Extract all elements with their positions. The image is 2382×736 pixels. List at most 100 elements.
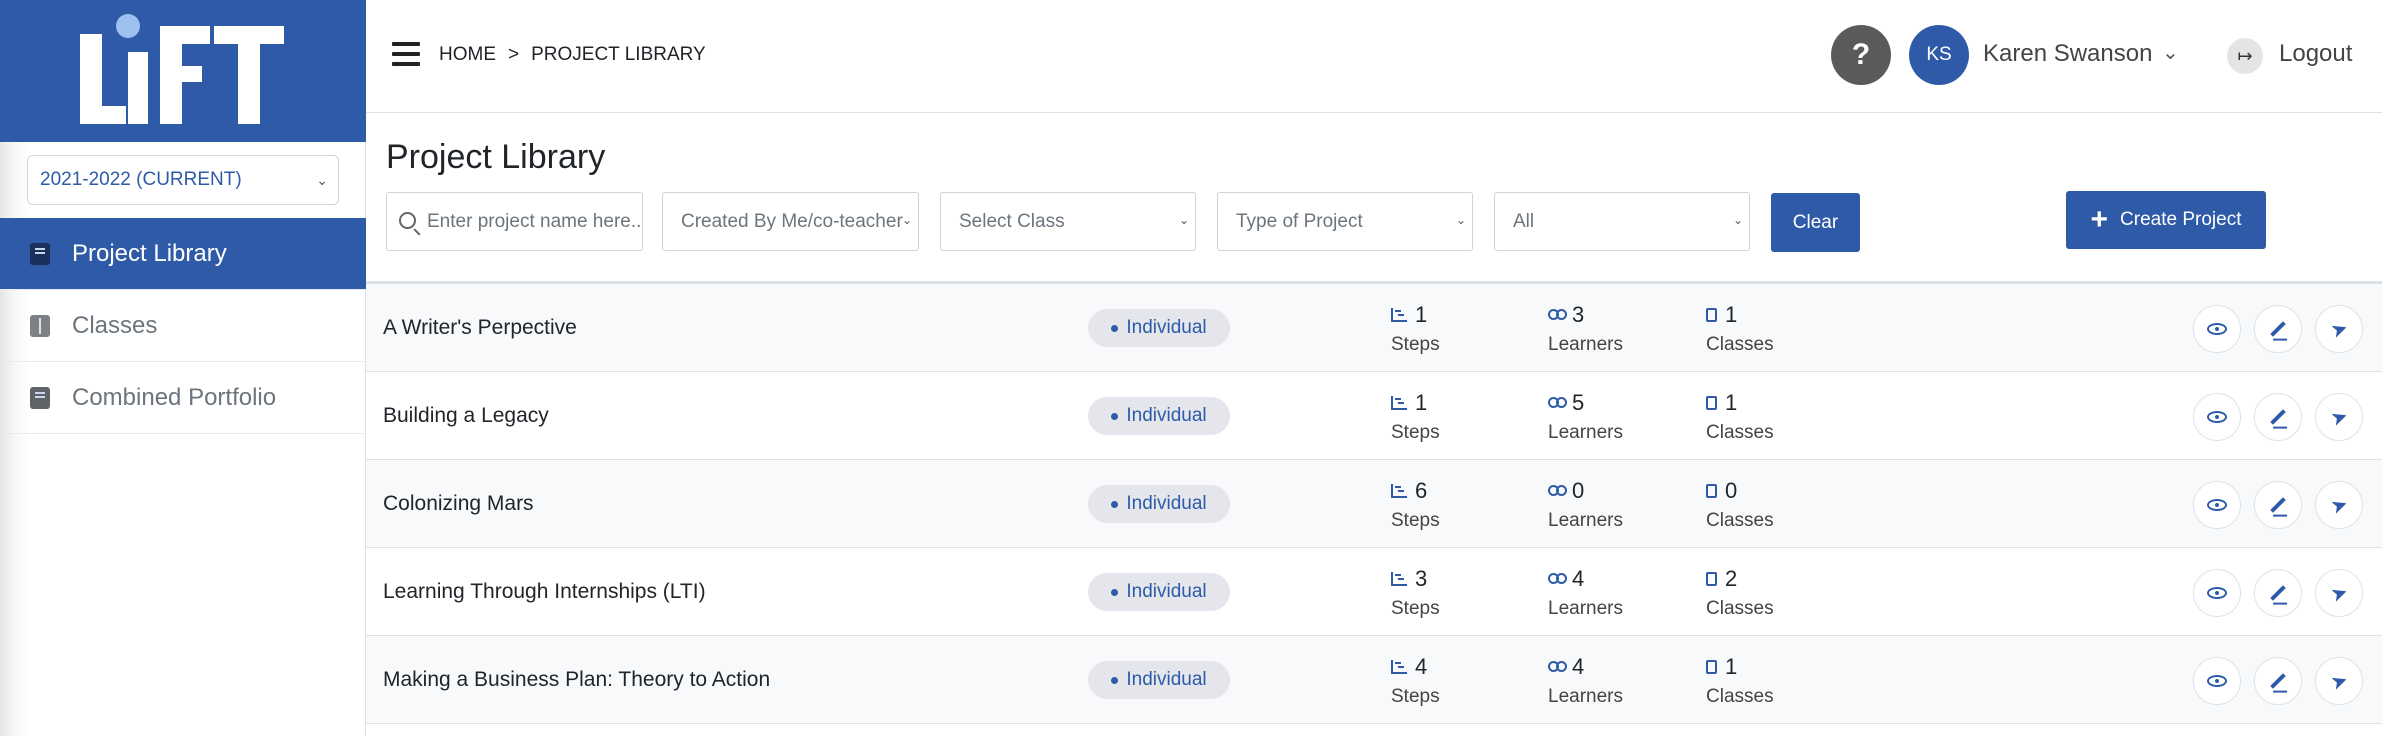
project-type-badge: Individual: [1088, 397, 1230, 435]
chevron-down-icon: ⌄: [901, 213, 912, 227]
view-button[interactable]: [2193, 481, 2241, 529]
chevron-down-icon: ⌄: [1178, 213, 1189, 227]
edit-button[interactable]: [2254, 657, 2302, 705]
edit-button[interactable]: [2254, 305, 2302, 353]
sidebar-item-project-library[interactable]: Project Library: [0, 218, 366, 290]
steps-icon: [1391, 308, 1407, 322]
dot-icon: [1111, 500, 1119, 508]
learners-stat: 5 Learners: [1548, 390, 1623, 444]
breadcrumb-current: PROJECT LIBRARY: [531, 44, 706, 65]
sidebar-item-combined-portfolio[interactable]: Combined Portfolio: [0, 362, 366, 434]
status-value: All: [1513, 210, 1535, 232]
logout-button[interactable]: Logout: [2279, 40, 2352, 68]
classes-label: Classes: [1706, 510, 1774, 531]
learners-stat: 0 Learners: [1548, 478, 1623, 532]
eye-icon: [2207, 675, 2227, 687]
edit-button[interactable]: [2254, 393, 2302, 441]
classes-count: 2: [1725, 566, 1738, 591]
chevron-down-icon[interactable]: ⌄: [2162, 40, 2179, 65]
search-placeholder: Enter project name here...: [427, 210, 643, 232]
send-button[interactable]: ➤: [2315, 393, 2363, 441]
learners-icon: [1548, 660, 1567, 674]
project-name[interactable]: Colonizing Mars: [383, 492, 534, 516]
edit-button[interactable]: [2254, 481, 2302, 529]
chevron-down-icon: ⌄: [1455, 213, 1466, 227]
classes-count: 0: [1725, 478, 1738, 503]
table-row: Colonizing Mars Individual 6 Steps 0 Learn…: [366, 460, 2382, 548]
view-button[interactable]: [2193, 569, 2241, 617]
search-input[interactable]: Enter project name here...: [386, 192, 643, 251]
steps-count: 1: [1415, 302, 1428, 327]
send-icon: ➤: [2327, 668, 2351, 695]
classes-count: 1: [1725, 654, 1738, 679]
steps-icon: [1391, 572, 1407, 586]
create-project-button[interactable]: + Create Project: [2066, 191, 2266, 249]
menu-icon[interactable]: [392, 42, 420, 66]
project-name[interactable]: Learning Through Internships (LTI): [383, 580, 706, 604]
learners-label: Learners: [1548, 686, 1623, 707]
steps-label: Steps: [1391, 422, 1440, 443]
learners-icon: [1548, 308, 1567, 322]
learners-count: 4: [1572, 654, 1585, 679]
project-type-badge: Individual: [1088, 661, 1230, 699]
help-button[interactable]: ?: [1831, 25, 1891, 85]
project-type-badge: Individual: [1088, 309, 1230, 347]
project-type-value: Type of Project: [1236, 210, 1363, 232]
project-name[interactable]: A Writer's Perpective: [383, 316, 577, 340]
pencil-icon: [2270, 673, 2286, 689]
project-name[interactable]: Building a Legacy: [383, 404, 549, 428]
class-select[interactable]: Select Class ⌄: [940, 192, 1196, 251]
steps-stat: 6 Steps: [1391, 478, 1440, 532]
avatar[interactable]: KS: [1909, 25, 1969, 85]
view-button[interactable]: [2193, 305, 2241, 353]
status-select[interactable]: All ⌄: [1494, 192, 1750, 251]
steps-stat: 3 Steps: [1391, 566, 1440, 620]
create-project-label: Create Project: [2120, 209, 2242, 230]
send-button[interactable]: ➤: [2315, 569, 2363, 617]
school-year-select[interactable]: 2021-2022 (CURRENT) ⌄: [27, 155, 339, 205]
steps-count: 4: [1415, 654, 1428, 679]
table-row: Building a Legacy Individual 1 Steps 5 Lea…: [366, 372, 2382, 460]
clear-button[interactable]: Clear: [1771, 193, 1860, 252]
send-button[interactable]: ➤: [2315, 657, 2363, 705]
created-by-select[interactable]: Created By Me/co-teacher ⌄: [662, 192, 919, 251]
logout-icon[interactable]: ↦: [2227, 38, 2263, 74]
breadcrumb-home[interactable]: HOME: [439, 44, 496, 66]
classes-label: Classes: [1706, 598, 1774, 619]
learners-stat: 3 Learners: [1548, 302, 1623, 356]
book-icon: [30, 314, 50, 337]
dot-icon: [1111, 676, 1119, 684]
steps-stat: 4 Steps: [1391, 654, 1440, 708]
send-button[interactable]: ➤: [2315, 481, 2363, 529]
steps-label: Steps: [1391, 334, 1440, 355]
view-button[interactable]: [2193, 393, 2241, 441]
school-year-value: 2021-2022 (CURRENT): [40, 169, 242, 190]
pencil-icon: [2270, 585, 2286, 601]
pencil-icon: [2270, 497, 2286, 513]
steps-stat: 1 Steps: [1391, 390, 1440, 444]
view-button[interactable]: [2193, 657, 2241, 705]
project-name[interactable]: Making a Business Plan: Theory to Action: [383, 668, 770, 692]
chevron-down-icon: ⌄: [1732, 213, 1743, 227]
table-row: Making a Business Plan: Theory to Action…: [366, 636, 2382, 724]
classes-icon: [1706, 396, 1717, 410]
pencil-icon: [2270, 321, 2286, 337]
project-type-label: Individual: [1126, 493, 1207, 514]
sidebar-item-label: Project Library: [72, 239, 227, 267]
learners-label: Learners: [1548, 510, 1623, 531]
send-button[interactable]: ➤: [2315, 305, 2363, 353]
plus-icon: +: [2090, 203, 2109, 236]
edit-button[interactable]: [2254, 569, 2302, 617]
learners-count: 5: [1572, 390, 1585, 415]
send-icon: ➤: [2327, 404, 2351, 431]
classes-icon: [1706, 572, 1717, 586]
user-name[interactable]: Karen Swanson: [1983, 40, 2152, 68]
table-row: Learning Through Internships (LTI) Indiv…: [366, 548, 2382, 636]
created-by-value: Created By Me/co-teacher: [681, 210, 903, 232]
project-type-select[interactable]: Type of Project ⌄: [1217, 192, 1473, 251]
learners-label: Learners: [1548, 598, 1623, 619]
eye-icon: [2207, 323, 2227, 335]
sidebar-item-classes[interactable]: Classes: [0, 290, 366, 362]
classes-icon: [1706, 484, 1717, 498]
sidebar-item-label: Combined Portfolio: [72, 383, 277, 411]
